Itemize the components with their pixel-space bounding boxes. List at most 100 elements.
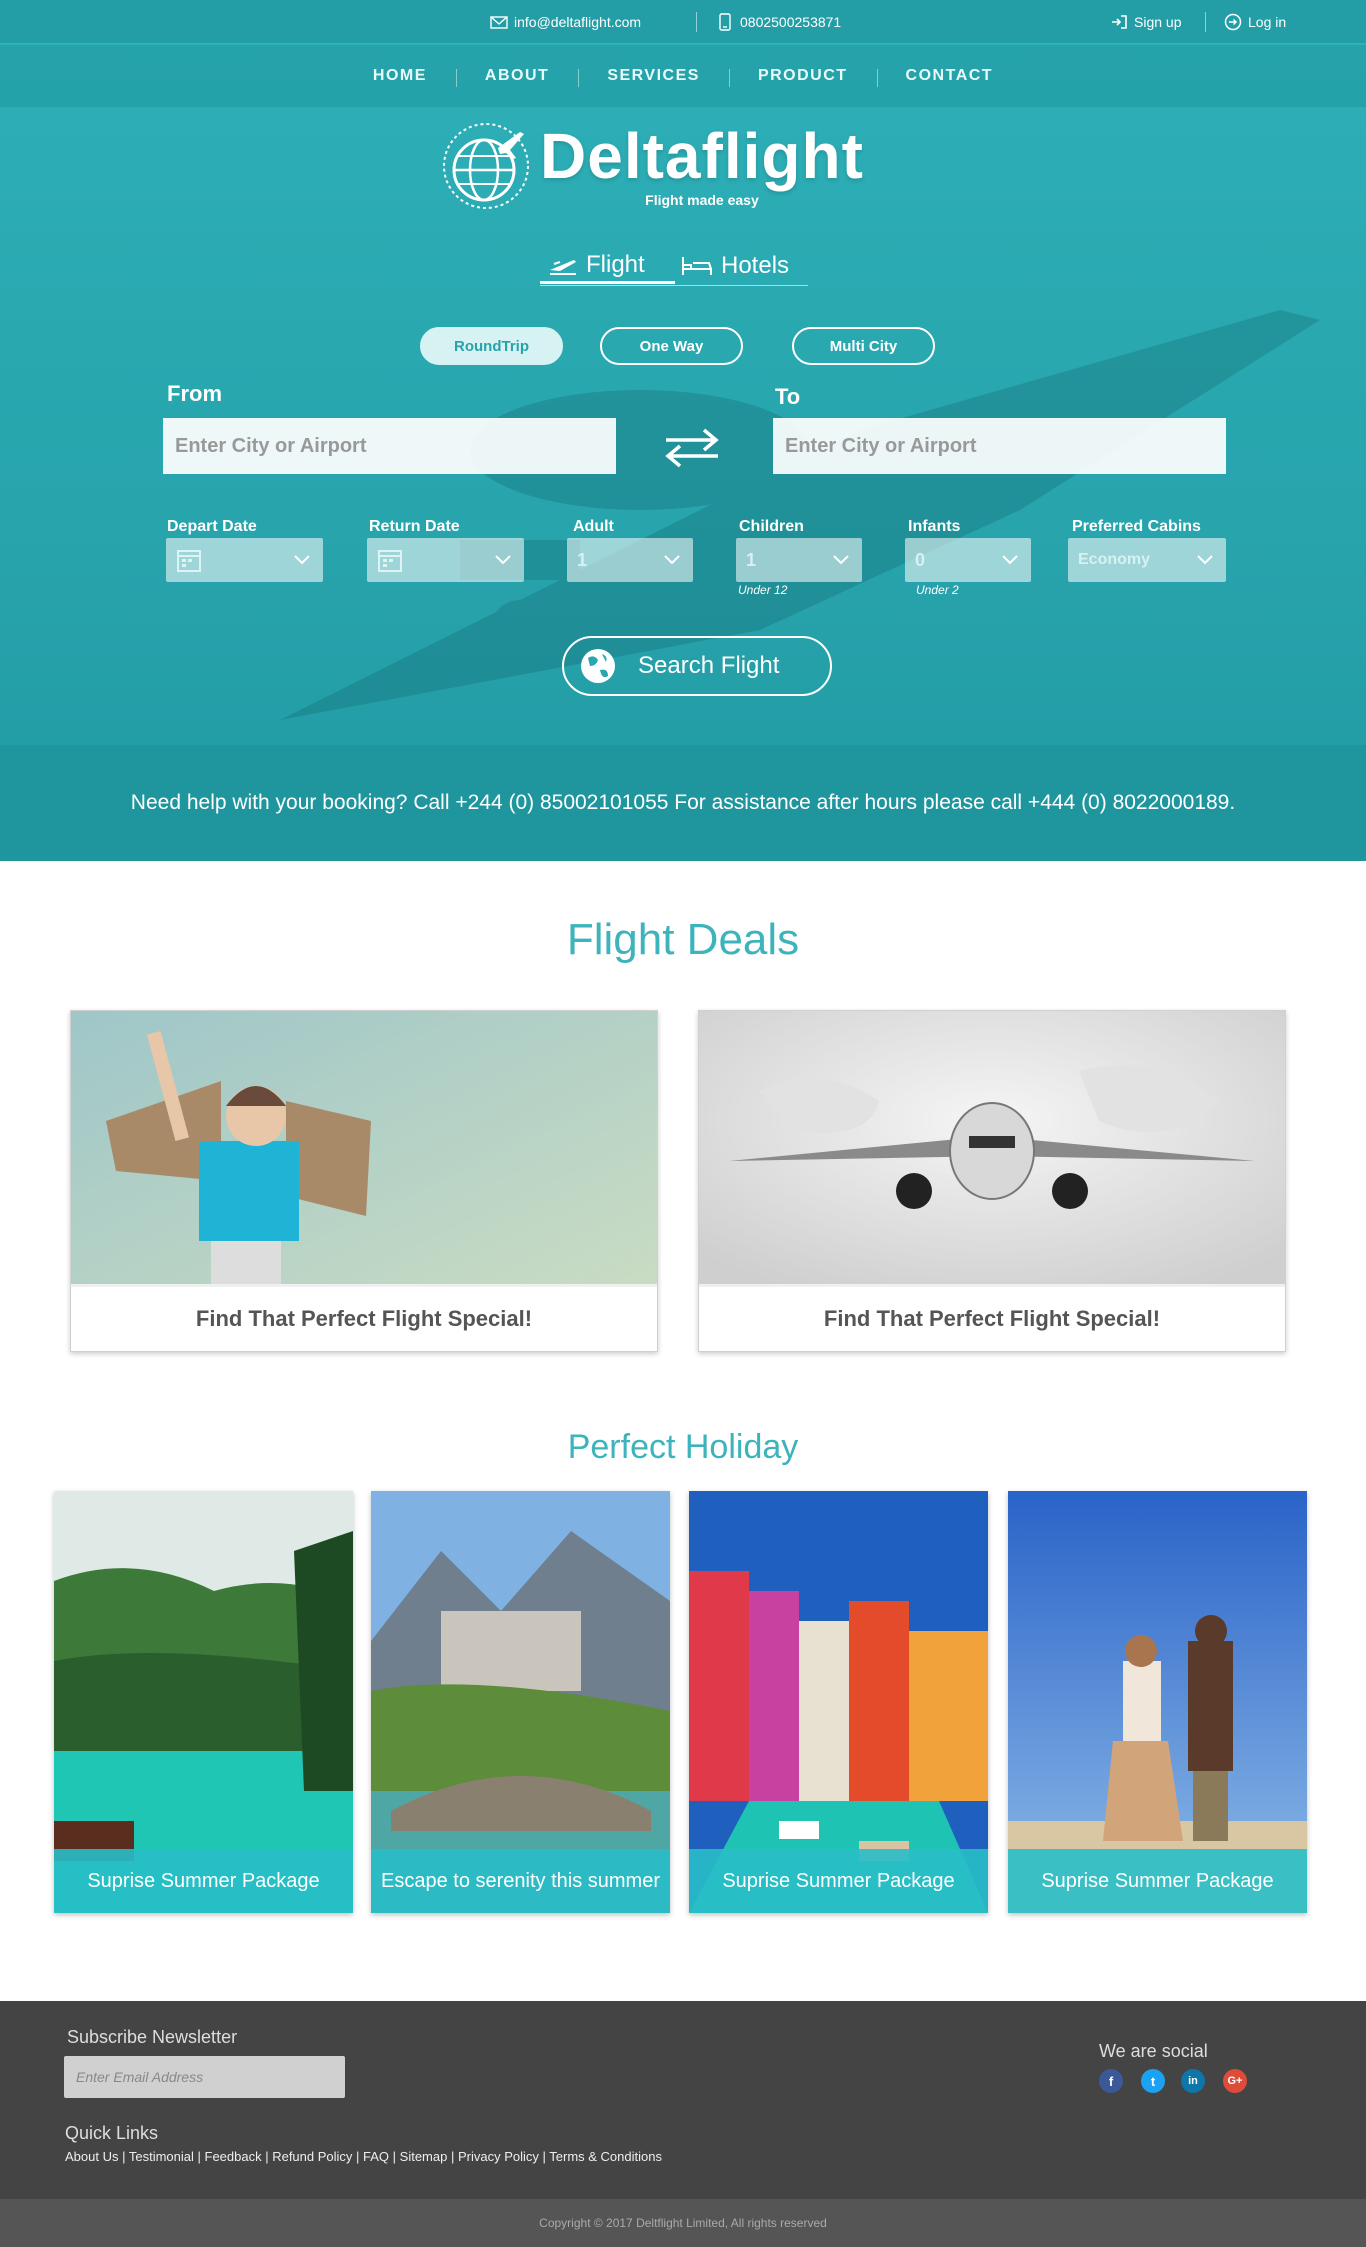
nav-home[interactable]: HOME — [344, 67, 456, 85]
link-feedback[interactable]: Feedback — [205, 2149, 262, 2164]
copyright: Copyright © 2017 Deltflight Limited, All… — [0, 2199, 1366, 2247]
cabins-select[interactable]: Economy — [1068, 538, 1226, 582]
holiday-caption: Suprise Summer Package — [1008, 1849, 1307, 1913]
google-plus-icon[interactable]: G+ — [1223, 2069, 1247, 2093]
children-label: Children — [739, 518, 804, 535]
signup-icon — [1112, 15, 1127, 29]
brand-tagline: Flight made easy — [645, 192, 759, 208]
holiday-card[interactable]: Suprise Summer Package — [689, 1491, 988, 1913]
depart-date-label: Depart Date — [167, 518, 257, 535]
deal-card[interactable]: Find That Perfect Flight Special! — [698, 1010, 1286, 1352]
holiday-caption: Suprise Summer Package — [54, 1849, 353, 1913]
oneway-button[interactable]: One Way — [600, 327, 743, 365]
social-title: We are social — [1099, 2041, 1208, 2061]
newsletter-email-input[interactable]: Enter Email Address — [64, 2056, 345, 2098]
chevron-down-icon — [1002, 555, 1018, 565]
divider — [696, 12, 697, 32]
children-note: Under 12 — [738, 583, 788, 597]
nav-product[interactable]: PRODUCT — [728, 67, 877, 87]
search-flight-label: Search Flight — [638, 652, 780, 679]
infants-note: Under 2 — [916, 583, 959, 597]
top-contact-bar: info@deltaflight.com 0802500253871 Sign … — [0, 0, 1366, 44]
email-text: info@deltaflight.com — [514, 14, 642, 30]
nav-contact[interactable]: CONTACT — [876, 67, 1023, 87]
chevron-down-icon — [1197, 555, 1213, 565]
child-pilot-image — [71, 1011, 657, 1284]
nav-services[interactable]: SERVICES — [578, 67, 729, 87]
phone-icon — [719, 13, 731, 31]
phone-text: 0802500253871 — [740, 14, 842, 30]
quick-links-title: Quick Links — [65, 2123, 159, 2143]
roundtrip-button[interactable]: RoundTrip — [420, 327, 563, 365]
login-label: Log in — [1248, 14, 1287, 30]
children-value: 1 — [746, 549, 757, 570]
flight-deals-title: Flight Deals — [566, 915, 800, 964]
twitter-icon[interactable]: t — [1141, 2069, 1165, 2093]
infants-label: Infants — [908, 518, 961, 535]
depart-date-picker[interactable] — [166, 538, 323, 582]
login-icon — [1224, 13, 1242, 31]
link-privacy-policy[interactable]: Privacy Policy — [458, 2149, 539, 2164]
deal-caption: Find That Perfect Flight Special! — [699, 1284, 1285, 1351]
link-testimonial[interactable]: Testimonial — [129, 2149, 194, 2164]
mode-tabs: Flight Hotels — [540, 248, 808, 286]
divider — [1205, 12, 1206, 32]
from-label: From — [167, 381, 222, 406]
brand-logo[interactable]: Deltaflight Flight made easy — [440, 120, 864, 212]
link-faq[interactable]: FAQ — [363, 2149, 389, 2164]
envelope-icon — [490, 16, 508, 29]
main-nav: HOME ABOUT SERVICES PRODUCT CONTACT — [0, 45, 1366, 107]
calendar-icon — [378, 550, 402, 572]
tab-hotels[interactable]: Hotels — [681, 248, 808, 284]
return-date-picker[interactable] — [367, 538, 524, 582]
multicity-button[interactable]: Multi City — [792, 327, 935, 365]
holiday-caption: Escape to serenity this summer — [371, 1849, 670, 1913]
chevron-down-icon — [495, 555, 511, 565]
to-input[interactable]: Enter City or Airport — [773, 418, 1226, 474]
holiday-card[interactable]: Escape to serenity this summer — [371, 1491, 670, 1913]
globe-plane-icon — [443, 123, 529, 209]
link-refund-policy[interactable]: Refund Policy — [272, 2149, 352, 2164]
tab-flight[interactable]: Flight — [540, 248, 675, 284]
calendar-icon — [177, 550, 201, 572]
login-link[interactable]: Log in — [1224, 13, 1286, 31]
phone-contact[interactable]: 0802500253871 — [716, 13, 841, 31]
adult-select[interactable]: 1 — [567, 538, 693, 582]
holiday-caption: Suprise Summer Package — [689, 1849, 988, 1913]
newsletter-title: Subscribe Newsletter — [67, 2027, 238, 2047]
facebook-icon[interactable]: f — [1099, 2069, 1123, 2093]
footer: Subscribe Newsletter Enter Email Address… — [0, 2001, 1366, 2199]
help-banner: Need help with your booking? Call +244 (… — [0, 745, 1366, 861]
cabins-label: Preferred Cabins — [1072, 518, 1201, 535]
bed-icon — [682, 257, 712, 275]
tab-flight-label: Flight — [586, 250, 645, 278]
signup-label: Sign up — [1134, 14, 1182, 30]
return-date-label: Return Date — [369, 518, 460, 535]
holiday-card[interactable]: Suprise Summer Package — [1008, 1491, 1307, 1913]
signup-link[interactable]: Sign up — [1110, 13, 1181, 31]
deal-card[interactable]: Find That Perfect Flight Special! — [70, 1010, 658, 1352]
swap-arrows-icon[interactable] — [660, 418, 724, 474]
linkedin-icon[interactable]: in — [1181, 2069, 1205, 2093]
hero-section: info@deltaflight.com 0802500253871 Sign … — [0, 0, 1366, 861]
adult-value: 1 — [577, 549, 588, 570]
link-about-us[interactable]: About Us — [65, 2149, 118, 2164]
perfect-holiday-title: Perfect Holiday — [567, 1428, 799, 1466]
chevron-down-icon — [833, 555, 849, 565]
infants-select[interactable]: 0 — [905, 538, 1031, 582]
chevron-down-icon — [664, 555, 680, 565]
brand-name: Deltaflight — [540, 120, 864, 192]
holiday-card[interactable]: Suprise Summer Package — [54, 1491, 353, 1913]
email-contact[interactable]: info@deltaflight.com — [490, 13, 641, 31]
cabins-value: Economy — [1078, 551, 1151, 568]
from-input[interactable]: Enter City or Airport — [163, 418, 616, 474]
adult-label: Adult — [573, 518, 614, 535]
quick-links: About Us | Testimonial | Feedback | Refu… — [65, 2149, 662, 2164]
children-select[interactable]: 1 — [736, 538, 862, 582]
airplane-image — [699, 1011, 1285, 1284]
globe-icon — [581, 649, 615, 683]
search-flight-button[interactable]: Search Flight — [562, 636, 832, 696]
nav-about[interactable]: ABOUT — [455, 67, 578, 87]
link-terms[interactable]: Terms & Conditions — [549, 2149, 662, 2164]
link-sitemap[interactable]: Sitemap — [400, 2149, 448, 2164]
